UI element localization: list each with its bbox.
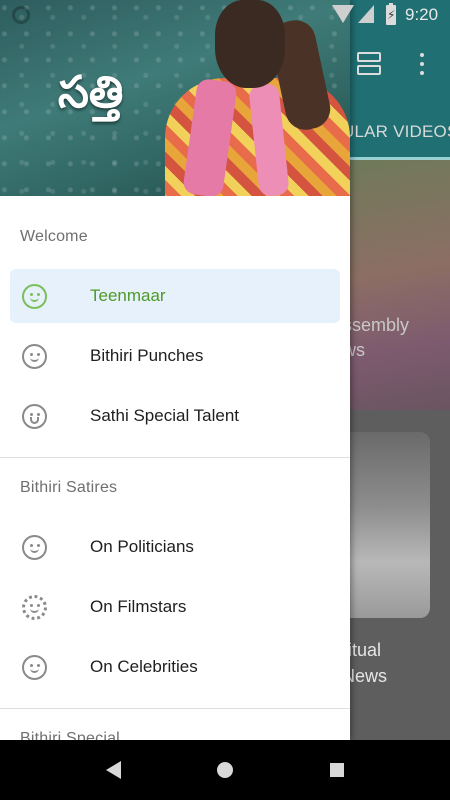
settings-icon [12, 6, 30, 24]
happy-face-icon [22, 655, 47, 680]
flower-face-icon [22, 595, 47, 620]
wink-face-icon [22, 284, 47, 309]
video-card-title: ssembly ws [343, 313, 409, 363]
section-title-bithiri-special: Bithiri Special [20, 730, 120, 740]
drawer-header-title: సత్తి [58, 68, 124, 117]
overflow-menu-icon[interactable] [418, 53, 426, 77]
nav-item-on-filmstars[interactable]: On Filmstars [10, 580, 340, 634]
nav-item-label: Bithiri Punches [90, 346, 204, 365]
navigation-drawer: సత్తి Welcome Teenmaar Bithiri Punches S… [0, 0, 350, 740]
status-time: 9:20 [405, 5, 439, 24]
grin-face-icon [22, 404, 47, 429]
video-title-line: ssembly [343, 315, 410, 335]
tongue-face-icon [22, 535, 47, 560]
nav-item-sathi-special-talent[interactable]: Sathi Special Talent [10, 389, 340, 443]
nav-item-on-politicians[interactable]: On Politicians [10, 520, 340, 574]
video-thumbnail[interactable] [340, 432, 430, 618]
nav-item-label: On Celebrities [90, 657, 198, 676]
battery-charging-icon: ⚡ [386, 3, 396, 25]
video-title-line: ws [343, 340, 365, 360]
section-title-welcome: Welcome [20, 228, 88, 245]
nav-item-on-celebrities[interactable]: On Celebrities [10, 640, 340, 694]
tab-popular-videos[interactable]: ULAR VIDEOS [342, 122, 450, 142]
video-thumbnail[interactable] [340, 160, 450, 410]
home-icon[interactable] [217, 762, 233, 778]
back-icon[interactable] [106, 761, 121, 779]
nav-item-label: On Filmstars [90, 597, 187, 616]
signal-icon [358, 5, 374, 23]
section-title-bithiri-satires: Bithiri Satires [20, 479, 118, 496]
smile-face-icon [22, 344, 47, 369]
section-divider [0, 708, 350, 709]
section-divider [0, 457, 350, 458]
wifi-icon [332, 5, 354, 23]
nav-item-bithiri-punches[interactable]: Bithiri Punches [10, 329, 340, 383]
status-bar: ⚡ 9:20 [0, 0, 450, 30]
recents-icon[interactable] [330, 763, 344, 777]
nav-item-label: Teenmaar [90, 286, 166, 305]
view-toggle-icon[interactable] [357, 52, 383, 76]
nav-item-label: Sathi Special Talent [90, 406, 240, 425]
system-navigation-bar [0, 740, 450, 800]
nav-item-teenmaar[interactable]: Teenmaar [10, 269, 340, 323]
nav-item-label: On Politicians [90, 537, 194, 556]
